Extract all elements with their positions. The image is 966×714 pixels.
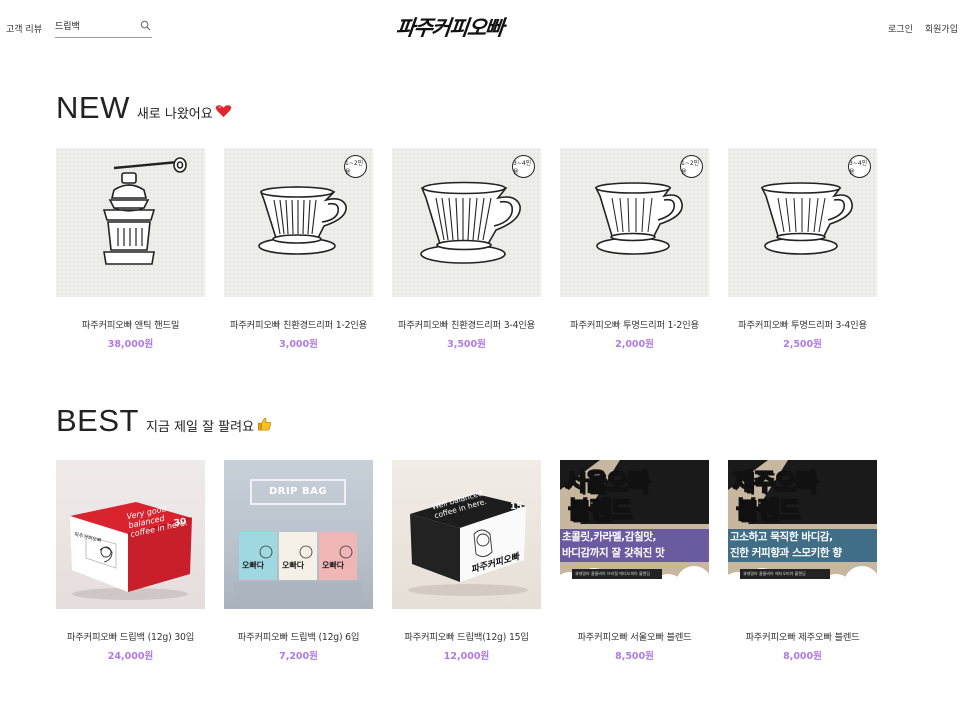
best-products-row: Very good balanced coffee in here. 파주커피오…	[56, 460, 877, 662]
product-price: 12,000원	[443, 651, 490, 662]
new-products-row: 파주커피오빠 앤틱 핸드밀 38,000원 1~2인용 파주커피오빠 친환경드리…	[56, 148, 877, 350]
product-card[interactable]: Well balanced coffee in here. 15 파주커피오빠 …	[392, 460, 541, 662]
product-image-clear-dripper-large[interactable]: 3~4인용	[728, 148, 877, 297]
product-card[interactable]: 제주오빠 블렌드 고소하고 묵직한 바디감, 진한 커피향과 스모키한 향 과테…	[728, 460, 877, 662]
search-icon[interactable]	[140, 20, 151, 31]
signup-link[interactable]: 회원가입	[925, 22, 958, 35]
poster-note: 과테말라 콜롬비아 브라질 에티오피아 블렌딩	[572, 569, 662, 579]
product-price: 2,000원	[615, 339, 654, 350]
product-image-seoul-blend[interactable]: 서울오빠 블렌드 초콜릿,카라멜,감칠맛, 바디감까지 잘 갖춰진 맛 과테말라…	[560, 460, 709, 609]
best-section-title: BEST	[56, 403, 139, 438]
flavor-line-1: 초콜릿,카라멜,감칠맛,	[562, 531, 657, 543]
product-image-black-box[interactable]: Well balanced coffee in here. 15 파주커피오빠	[392, 460, 541, 609]
bag-brand: 오빠다	[242, 561, 265, 570]
site-logo[interactable]: 파주커피오빠	[394, 12, 536, 40]
bag-brand: 오빠다	[322, 561, 345, 570]
product-name[interactable]: 파주커피오빠 투명드리퍼 1-2인용	[560, 317, 709, 331]
new-section-title: NEW	[56, 90, 130, 125]
product-card[interactable]: 서울오빠 블렌드 초콜릿,카라멜,감칠맛, 바디감까지 잘 갖춰진 맛 과테말라…	[560, 460, 709, 662]
product-image-red-box[interactable]: Very good balanced coffee in here. 파주커피오…	[56, 460, 205, 609]
size-badge: 3~4인용	[848, 155, 871, 178]
product-name[interactable]: 파주커피오빠 투명드리퍼 3-4인용	[728, 317, 877, 331]
product-card[interactable]: 1~2인용 파주커피오빠 친환경드리퍼 1-2인용 3,000원	[224, 148, 373, 350]
top-bar: 고객 리뷰 파주커피오빠 로그인 회원가입	[0, 0, 966, 52]
poster-flavor-band: 초콜릿,카라멜,감칠맛, 바디감까지 잘 갖춰진 맛	[560, 529, 709, 562]
product-image-jeju-blend[interactable]: 제주오빠 블렌드 고소하고 묵직한 바디감, 진한 커피향과 스모키한 향 과테…	[728, 460, 877, 609]
product-name[interactable]: 파주커피오빠 친환경드리퍼 1-2인용	[224, 317, 373, 331]
poster-subtitle: 블렌드	[735, 495, 801, 525]
product-image-dripper-large[interactable]: 3~4인용	[392, 148, 541, 297]
product-price: 24,000원	[107, 651, 154, 662]
auth-links: 로그인 회원가입	[888, 22, 958, 35]
product-card[interactable]: 3~4인용 파주커피오빠 친환경드리퍼 3-4인용 3,500원	[392, 148, 541, 350]
product-card[interactable]: 3~4인용 파주커피오빠 투명드리퍼 3-4인용 2,500원	[728, 148, 877, 350]
new-section-subtitle: 새로 나왔어요	[136, 107, 213, 122]
product-name[interactable]: 파주커피오빠 드립백 (12g) 30입	[56, 629, 205, 643]
box-count: 30	[173, 516, 188, 530]
product-price: 3,000원	[279, 339, 318, 350]
flavor-line-1: 고소하고 묵직한 바디감,	[730, 531, 833, 543]
size-badge: 3~4인용	[512, 155, 535, 178]
flavor-line-2: 바디감까지 잘 갖춰진 맛	[562, 547, 665, 559]
logo-text: 파주커피오빠	[394, 16, 505, 40]
best-section-heading: BEST 지금 제일 잘 팔려요	[56, 403, 273, 439]
thumbs-up-icon	[258, 417, 272, 431]
flavor-line-2: 진한 커피향과 스모키한 향	[730, 547, 842, 559]
product-price: 38,000원	[107, 339, 154, 350]
search-input[interactable]	[55, 20, 135, 30]
box-count: 15	[510, 502, 523, 512]
poster-subtitle: 블렌드	[567, 495, 633, 525]
product-image-dripper[interactable]: 1~2인용	[224, 148, 373, 297]
product-price: 7,200원	[279, 651, 318, 662]
poster-note: 과테말라 콜롬비아 에티오피아 블렌딩	[740, 569, 830, 579]
drip-bag-sign: DRIP BAG	[268, 486, 328, 497]
best-section-subtitle: 지금 제일 잘 팔려요	[145, 420, 255, 435]
product-price: 3,500원	[447, 339, 486, 350]
product-card[interactable]: 파주커피오빠 앤틱 핸드밀 38,000원	[56, 148, 205, 350]
size-badge: 1~2인용	[680, 155, 703, 178]
product-name[interactable]: 파주커피오빠 앤틱 핸드밀	[56, 317, 205, 331]
product-card[interactable]: DRIP BAG 오빠다 오빠다 오빠다 파주커피오빠 드립백 (12g) 6입…	[224, 460, 373, 662]
poster-flavor-band: 고소하고 묵직한 바디감, 진한 커피향과 스모키한 향	[728, 529, 877, 562]
product-image-hand-grinder[interactable]	[56, 148, 205, 297]
search-box	[55, 17, 152, 38]
product-name[interactable]: 파주커피오빠 드립백 (12g) 6입	[224, 629, 373, 643]
product-name[interactable]: 파주커피오빠 친환경드리퍼 3-4인용	[392, 317, 541, 331]
product-price: 2,500원	[783, 339, 822, 350]
heart-icon	[215, 105, 231, 118]
product-image-drip-bags[interactable]: DRIP BAG 오빠다 오빠다 오빠다	[224, 460, 373, 609]
customer-review-link[interactable]: 고객 리뷰	[6, 22, 42, 35]
product-name[interactable]: 파주커피오빠 드립백(12g) 15입	[392, 629, 541, 643]
product-image-clear-dripper[interactable]: 1~2인용	[560, 148, 709, 297]
login-link[interactable]: 로그인	[888, 22, 913, 35]
product-card[interactable]: 1~2인용 파주커피오빠 투명드리퍼 1-2인용 2,000원	[560, 148, 709, 350]
product-card[interactable]: Very good balanced coffee in here. 파주커피오…	[56, 460, 205, 662]
bag-brand: 오빠다	[282, 561, 305, 570]
product-price: 8,000원	[783, 651, 822, 662]
product-name[interactable]: 파주커피오빠 서울오빠 블렌드	[560, 629, 709, 643]
product-price: 8,500원	[615, 651, 654, 662]
size-badge: 1~2인용	[344, 155, 367, 178]
new-section-heading: NEW 새로 나왔어요	[56, 90, 232, 126]
product-name[interactable]: 파주커피오빠 제주오빠 블렌드	[728, 629, 877, 643]
